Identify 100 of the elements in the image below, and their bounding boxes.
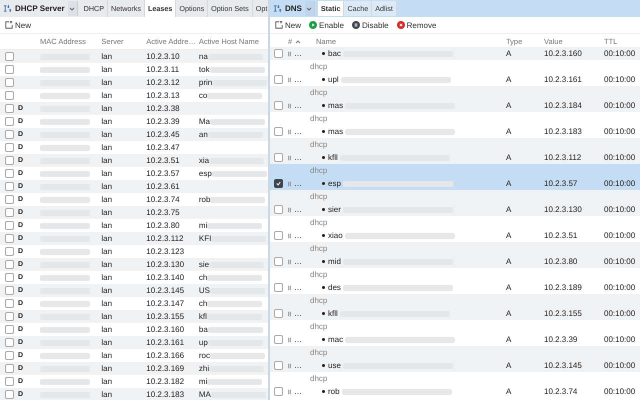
row-checkbox[interactable]	[274, 283, 282, 292]
table-cell: lan	[101, 312, 112, 321]
row-checkbox[interactable]	[274, 309, 282, 318]
table-cell: 10.2.3.182	[146, 377, 184, 386]
row-checkbox[interactable]	[4, 273, 14, 282]
row-checkbox[interactable]	[4, 390, 14, 399]
drag-handle-icon[interactable]	[288, 76, 291, 82]
table-cell: esp	[328, 179, 341, 188]
table-cell: 10.2.3.80	[544, 257, 578, 266]
table-cell: 10.2.3.123	[146, 247, 184, 256]
drag-handle-icon[interactable]	[288, 128, 291, 134]
drag-handle-icon[interactable]	[288, 388, 291, 394]
table-cell: A	[506, 179, 512, 188]
row-checkbox[interactable]	[274, 231, 282, 240]
row-checkbox[interactable]	[4, 338, 14, 347]
row-checkbox[interactable]	[4, 208, 14, 217]
table-cell: zhi	[198, 364, 210, 373]
table-cell: 10.2.3.160	[544, 49, 582, 58]
table-cell: lan	[101, 338, 112, 347]
dropdown-button[interactable]	[304, 1, 315, 16]
table-cell: 10.2.3.57	[146, 169, 180, 178]
row-checkbox[interactable]	[4, 377, 14, 386]
table-cell: mi	[198, 377, 208, 386]
row-checkbox[interactable]	[274, 153, 282, 162]
row-checkbox[interactable]	[4, 364, 14, 373]
row-checkbox[interactable]	[4, 299, 14, 308]
row-checkbox[interactable]	[4, 247, 14, 256]
row-checkbox[interactable]	[4, 260, 14, 269]
row-checkbox[interactable]	[274, 387, 282, 396]
row-checkbox[interactable]	[4, 143, 14, 152]
network-icon	[273, 4, 282, 13]
enable-button[interactable]: Enable	[308, 20, 345, 30]
drag-handle-icon[interactable]	[288, 180, 291, 186]
table-cell: 00:10:00	[604, 309, 636, 318]
row-checkbox[interactable]	[4, 52, 14, 61]
row-checkbox[interactable]	[274, 205, 282, 214]
table-cell: lan	[101, 195, 112, 204]
row-checkbox[interactable]	[274, 361, 282, 370]
new-button[interactable]: New	[4, 20, 32, 30]
row-checkbox[interactable]	[4, 182, 14, 191]
redacted-block	[40, 378, 90, 384]
row-checkbox[interactable]	[4, 195, 14, 204]
redacted-block	[40, 170, 90, 176]
row-checkbox[interactable]	[4, 234, 14, 243]
drag-handle-icon[interactable]	[288, 284, 291, 290]
drag-handle-icon[interactable]	[288, 102, 291, 108]
drag-handle-icon[interactable]	[288, 232, 291, 238]
row-checkbox[interactable]	[4, 325, 14, 334]
row-checkbox[interactable]	[274, 179, 282, 188]
new-button[interactable]: New	[274, 20, 302, 30]
comment-text: dhcp	[310, 244, 328, 253]
table-cell: 00:10:00	[604, 49, 636, 58]
row-checkbox[interactable]	[4, 156, 14, 165]
drag-handle-icon[interactable]	[288, 154, 291, 160]
row-checkbox[interactable]	[4, 221, 14, 230]
row-checkbox[interactable]	[274, 101, 282, 110]
table-cell: 10.2.3.161	[146, 338, 184, 347]
disable-button[interactable]: Disable	[350, 20, 390, 30]
table-cell: 10.2.3.12	[146, 78, 180, 87]
table-cell: 10.2.3.166	[146, 351, 184, 360]
table-cell: …	[294, 257, 302, 266]
row-checkbox[interactable]	[4, 351, 14, 360]
row-checkbox[interactable]	[274, 257, 282, 266]
table-cell: A	[506, 75, 512, 84]
drag-handle-icon[interactable]	[288, 50, 291, 56]
table-cell: roc	[198, 351, 210, 360]
row-checkbox[interactable]	[4, 117, 14, 126]
dropdown-button[interactable]	[68, 1, 78, 16]
table-cell: 10.2.3.155	[544, 309, 582, 318]
table-cell: …	[294, 205, 302, 214]
table-cell: prin	[198, 78, 212, 87]
row-checkbox[interactable]	[4, 91, 14, 100]
remove-button[interactable]: Remove	[396, 20, 438, 30]
redacted-block	[40, 300, 90, 306]
drag-handle-icon[interactable]	[288, 206, 291, 212]
row-checkbox[interactable]	[4, 130, 14, 139]
table-cell: na	[198, 52, 208, 61]
remove-icon	[396, 21, 405, 29]
row-checkbox[interactable]	[274, 127, 282, 136]
drag-handle-icon[interactable]	[288, 362, 291, 368]
row-checkbox[interactable]	[4, 169, 14, 178]
row-checkbox[interactable]	[4, 78, 14, 87]
redacted-block	[40, 144, 90, 150]
comment-text: dhcp	[310, 166, 328, 175]
table-cell: lan	[101, 156, 112, 165]
row-checkbox[interactable]	[274, 75, 282, 84]
table-cell: tok	[198, 65, 210, 74]
drag-handle-icon[interactable]	[288, 336, 291, 342]
redacted-block	[40, 66, 90, 72]
row-checkbox[interactable]	[4, 65, 14, 74]
drag-handle-icon[interactable]	[288, 310, 291, 316]
row-checkbox[interactable]	[274, 49, 282, 58]
drag-handle-icon[interactable]	[288, 258, 291, 264]
row-checkbox[interactable]	[4, 104, 14, 113]
row-checkbox[interactable]	[4, 286, 14, 295]
row-checkbox[interactable]	[274, 335, 282, 344]
table-cell: 10.2.3.75	[146, 208, 180, 217]
row-checkbox[interactable]	[4, 312, 14, 321]
table-cell: 10.2.3.140	[146, 273, 184, 282]
redacted-block	[40, 196, 90, 202]
